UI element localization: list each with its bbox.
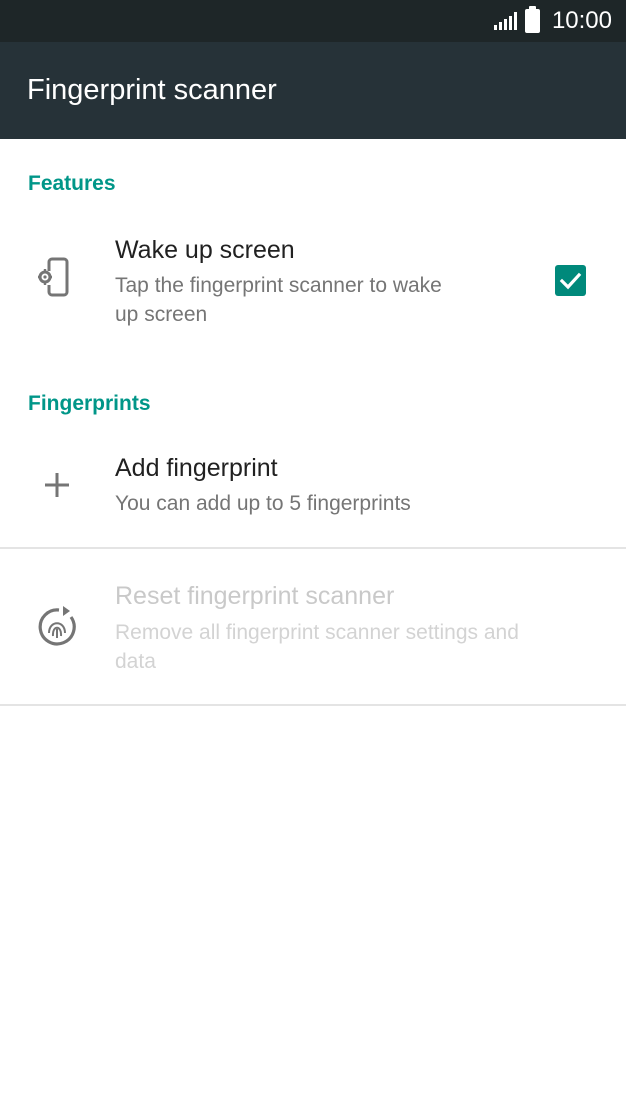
battery-icon [524, 6, 540, 33]
signal-icon [493, 12, 517, 30]
status-time: 10:00 [551, 7, 612, 34]
plus-icon [30, 458, 84, 512]
status-bar: 10:00 [0, 0, 626, 42]
divider [0, 547, 626, 549]
page-title: Fingerprint scanner [27, 74, 277, 106]
wake-up-screen-checkbox[interactable] [555, 265, 586, 296]
reset-fingerprint-scanner-summary-line2: data [115, 650, 156, 673]
app-bar: Fingerprint scanner [0, 42, 626, 139]
wake-up-screen-row[interactable]: Wake up screen Tap the fingerprint scann… [0, 222, 626, 347]
fingerprint-reset-icon [30, 600, 84, 654]
add-fingerprint-row[interactable]: Add fingerprint You can add up to 5 fing… [0, 440, 626, 547]
add-fingerprint-title: Add fingerprint [115, 454, 278, 482]
reset-fingerprint-scanner-summary-line1: Remove all fingerprint scanner settings … [115, 621, 519, 644]
section-header-features: Features [28, 172, 116, 195]
reset-fingerprint-scanner-row: Reset fingerprint scanner Remove all fin… [0, 568, 626, 704]
wake-up-screen-summary-line1: Tap the fingerprint scanner to wake [115, 274, 442, 297]
divider [0, 704, 626, 706]
status-icons: 10:00 [493, 0, 612, 42]
section-header-fingerprints: Fingerprints [28, 392, 151, 415]
wake-up-screen-summary-line2: up screen [115, 303, 208, 326]
reset-fingerprint-scanner-title: Reset fingerprint scanner [115, 582, 395, 610]
phone-settings-icon [30, 252, 84, 306]
wake-up-screen-title: Wake up screen [115, 236, 295, 264]
add-fingerprint-summary: You can add up to 5 fingerprints [115, 492, 411, 515]
check-icon [559, 272, 582, 290]
